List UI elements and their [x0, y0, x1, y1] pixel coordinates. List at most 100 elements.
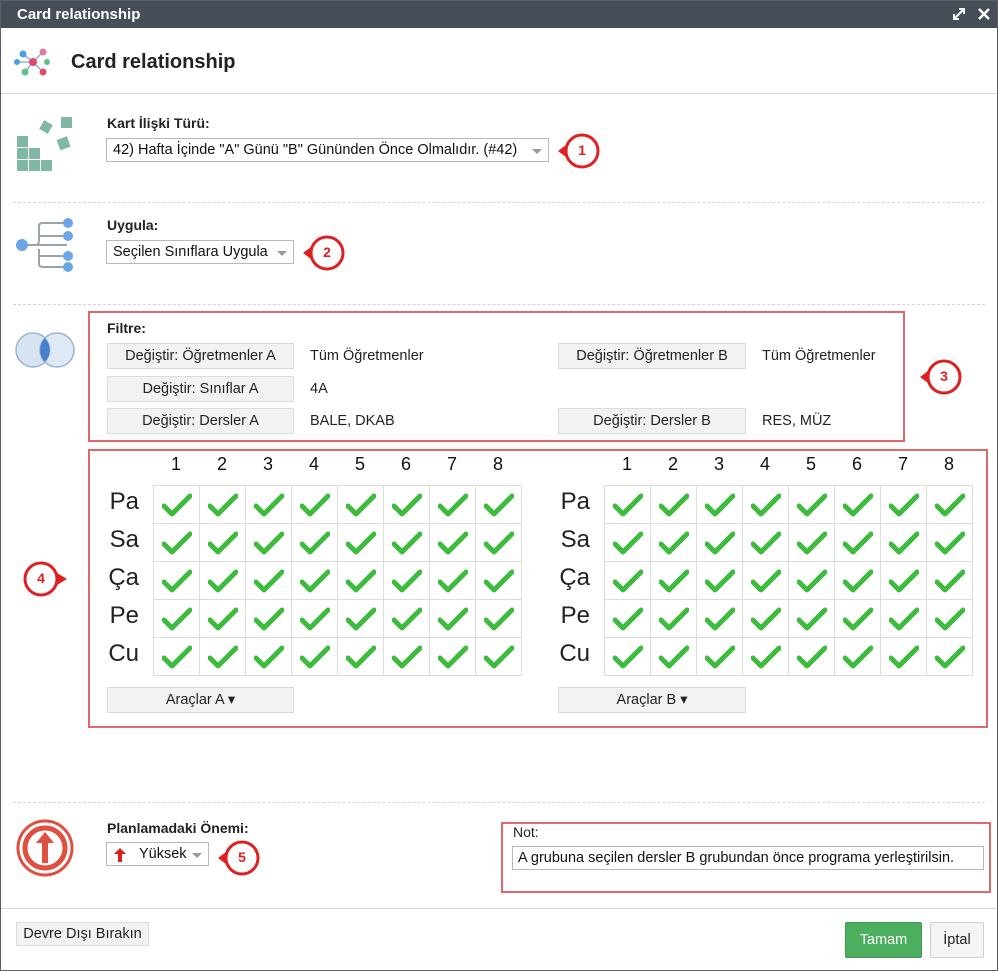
time-slot-cell[interactable] — [651, 600, 697, 638]
time-slot-cell[interactable] — [881, 638, 927, 676]
period-header[interactable]: 2 — [650, 454, 696, 475]
day-header[interactable]: Cu — [550, 640, 590, 668]
period-header[interactable]: 8 — [926, 454, 972, 475]
apply-select[interactable]: Seçilen Sınıflara Uygula — [106, 240, 294, 264]
time-slot-cell[interactable] — [384, 562, 430, 600]
time-slot-cell[interactable] — [651, 562, 697, 600]
period-header[interactable]: 5 — [788, 454, 834, 475]
time-slot-cell[interactable] — [292, 524, 338, 562]
maximize-icon[interactable] — [949, 3, 969, 25]
time-slot-cell[interactable] — [246, 638, 292, 676]
time-slot-cell[interactable] — [605, 486, 651, 524]
time-slot-cell[interactable] — [200, 524, 246, 562]
relation-type-select[interactable]: 42) Hafta İçinde "A" Günü "B" Gününden Ö… — [106, 138, 549, 162]
period-header[interactable]: 1 — [604, 454, 650, 475]
day-header[interactable]: Pa — [99, 488, 139, 516]
time-slot-cell[interactable] — [384, 638, 430, 676]
time-slot-cell[interactable] — [200, 600, 246, 638]
period-header[interactable]: 6 — [383, 454, 429, 475]
time-slot-cell[interactable] — [200, 486, 246, 524]
time-slot-cell[interactable] — [881, 600, 927, 638]
time-slot-cell[interactable] — [605, 600, 651, 638]
time-slot-cell[interactable] — [789, 600, 835, 638]
time-slot-cell[interactable] — [430, 524, 476, 562]
time-slot-cell[interactable] — [430, 486, 476, 524]
time-slot-cell[interactable] — [292, 562, 338, 600]
time-slot-cell[interactable] — [743, 638, 789, 676]
tools-a-button[interactable]: Araçlar A ▾ — [107, 687, 294, 713]
period-header[interactable]: 4 — [742, 454, 788, 475]
note-input[interactable]: A grubuna seçilen dersler B grubundan ön… — [512, 846, 984, 870]
time-slot-cell[interactable] — [154, 638, 200, 676]
period-header[interactable]: 8 — [475, 454, 521, 475]
time-slot-cell[interactable] — [881, 486, 927, 524]
time-slot-cell[interactable] — [697, 524, 743, 562]
time-slot-cell[interactable] — [384, 600, 430, 638]
time-slot-cell[interactable] — [430, 600, 476, 638]
time-slot-cell[interactable] — [338, 638, 384, 676]
time-slot-cell[interactable] — [835, 638, 881, 676]
day-header[interactable]: Sa — [99, 526, 139, 554]
time-slot-cell[interactable] — [246, 600, 292, 638]
time-slot-cell[interactable] — [927, 524, 973, 562]
close-icon[interactable] — [974, 3, 994, 25]
title-bar[interactable]: Card relationship — [1, 1, 997, 28]
time-slot-cell[interactable] — [651, 638, 697, 676]
time-slot-cell[interactable] — [697, 562, 743, 600]
cancel-button[interactable]: İptal — [930, 922, 984, 958]
time-slot-cell[interactable] — [605, 638, 651, 676]
time-slot-cell[interactable] — [743, 562, 789, 600]
time-slot-cell[interactable] — [154, 562, 200, 600]
time-slot-cell[interactable] — [697, 600, 743, 638]
importance-select[interactable]: Yüksek — [106, 842, 209, 866]
time-slot-cell[interactable] — [476, 486, 522, 524]
period-header[interactable]: 7 — [429, 454, 475, 475]
time-slot-cell[interactable] — [835, 600, 881, 638]
time-slot-cell[interactable] — [384, 524, 430, 562]
time-slot-cell[interactable] — [246, 486, 292, 524]
time-slot-cell[interactable] — [881, 524, 927, 562]
time-slot-cell[interactable] — [246, 524, 292, 562]
time-slot-cell[interactable] — [430, 562, 476, 600]
time-slot-cell[interactable] — [292, 638, 338, 676]
day-header[interactable]: Sa — [550, 526, 590, 554]
time-slot-cell[interactable] — [384, 486, 430, 524]
day-header[interactable]: Cu — [99, 640, 139, 668]
time-slot-cell[interactable] — [651, 524, 697, 562]
time-slot-cell[interactable] — [476, 562, 522, 600]
time-slot-cell[interactable] — [651, 486, 697, 524]
time-slot-cell[interactable] — [927, 562, 973, 600]
time-slot-cell[interactable] — [292, 600, 338, 638]
ok-button[interactable]: Tamam — [845, 922, 922, 958]
time-slot-cell[interactable] — [927, 486, 973, 524]
time-slot-cell[interactable] — [154, 524, 200, 562]
time-slot-cell[interactable] — [743, 600, 789, 638]
time-slot-cell[interactable] — [789, 638, 835, 676]
time-slot-cell[interactable] — [697, 486, 743, 524]
day-header[interactable]: Pa — [550, 488, 590, 516]
change-classes-a-button[interactable]: Değiştir: Sınıflar A — [107, 376, 294, 402]
time-slot-cell[interactable] — [476, 638, 522, 676]
time-slot-cell[interactable] — [154, 600, 200, 638]
time-slot-cell[interactable] — [927, 638, 973, 676]
time-slot-cell[interactable] — [605, 524, 651, 562]
period-header[interactable]: 3 — [245, 454, 291, 475]
time-slot-cell[interactable] — [789, 562, 835, 600]
time-slot-cell[interactable] — [927, 600, 973, 638]
time-slot-cell[interactable] — [154, 486, 200, 524]
period-header[interactable]: 4 — [291, 454, 337, 475]
day-header[interactable]: Pe — [99, 602, 139, 630]
period-header[interactable]: 7 — [880, 454, 926, 475]
period-header[interactable]: 5 — [337, 454, 383, 475]
change-lessons-a-button[interactable]: Değiştir: Dersler A — [107, 408, 294, 434]
day-header[interactable]: Ça — [550, 564, 590, 592]
time-slot-cell[interactable] — [430, 638, 476, 676]
day-header[interactable]: Pe — [550, 602, 590, 630]
time-slot-cell[interactable] — [292, 486, 338, 524]
time-slot-cell[interactable] — [789, 486, 835, 524]
time-slot-cell[interactable] — [200, 638, 246, 676]
time-slot-cell[interactable] — [835, 524, 881, 562]
period-header[interactable]: 6 — [834, 454, 880, 475]
time-slot-cell[interactable] — [246, 562, 292, 600]
time-slot-cell[interactable] — [338, 600, 384, 638]
